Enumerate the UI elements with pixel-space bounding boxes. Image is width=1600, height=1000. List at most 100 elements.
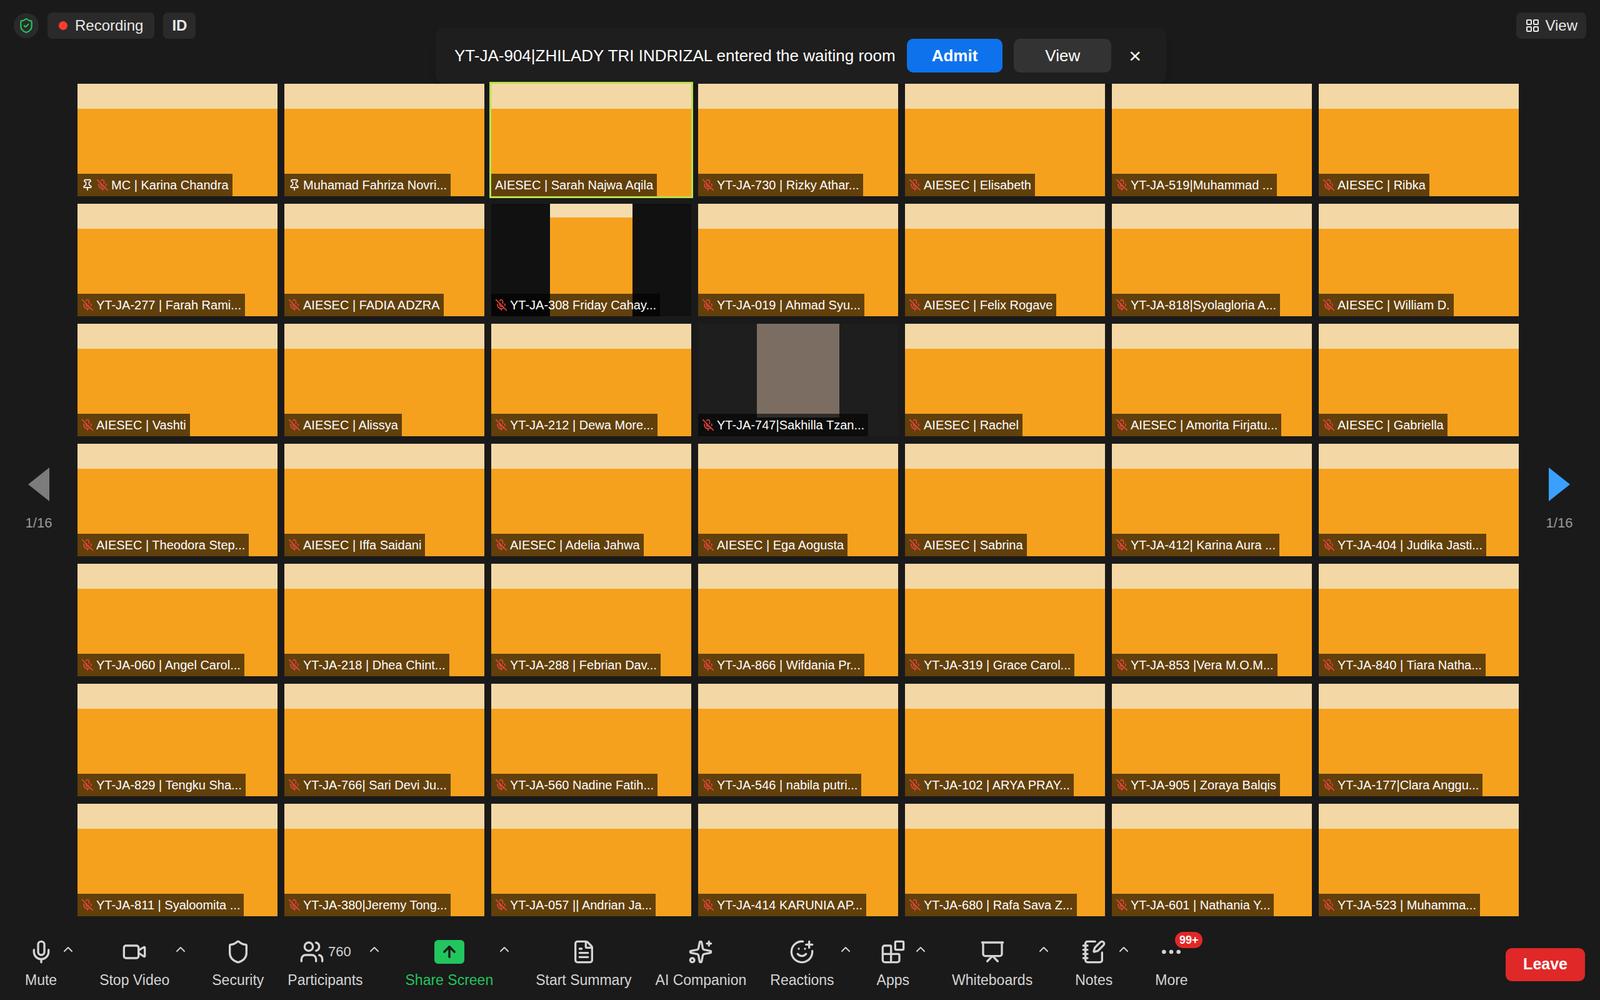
name-label: YT-JA-866 | Wifdania Pr... [698, 653, 865, 677]
caret-up-icon[interactable] [913, 941, 929, 957]
video-tile[interactable]: YT-JA-829 | Tengku Sha... [77, 683, 278, 797]
video-tile[interactable]: YT-JA-811 | Syaloomita ... [77, 803, 278, 917]
caret-up-icon[interactable] [838, 941, 854, 957]
video-tile[interactable]: AIESEC | Felix Rogave [905, 203, 1105, 317]
view-participant-button[interactable]: View [1013, 38, 1112, 73]
toolbar-button[interactable]: Notes [1075, 938, 1132, 992]
video-tile[interactable]: YT-JA-404 | Judika Jasti... [1318, 443, 1519, 557]
video-tile[interactable]: YT-JA-060 | Angel Carol... [77, 563, 278, 677]
caret-up-icon[interactable] [366, 941, 382, 957]
view-button[interactable]: View [1516, 12, 1587, 39]
video-tile[interactable]: YT-JA-840 | Tiara Natha... [1318, 563, 1519, 677]
next-page[interactable]: 1/16 [1546, 467, 1574, 534]
video-tile[interactable]: Muhamad Fahriza Novri... [284, 83, 485, 197]
toolbar-button[interactable]: Start Summary [535, 938, 632, 992]
mic-off-icon [288, 538, 301, 552]
video-tile[interactable]: YT-JA-412| Karina Aura ... [1111, 443, 1312, 557]
leave-button[interactable]: Leave [1505, 948, 1585, 982]
video-tile[interactable]: YT-JA-218 | Dhea Chint... [284, 563, 485, 677]
name-label: AIESEC | Ega Aogusta [698, 533, 848, 557]
toolbar-button[interactable]: Whiteboards [951, 938, 1052, 992]
video-tile[interactable]: AIESEC | Gabriella [1318, 323, 1519, 437]
video-tile[interactable]: YT-JA-680 | Rafa Sava Z... [905, 803, 1105, 917]
mic-off-icon [1115, 538, 1129, 552]
mic-off-icon [495, 418, 508, 432]
video-tile[interactable]: AIESEC | Theodora Step... [77, 443, 278, 557]
video-tile[interactable]: YT-JA-519|Muhammad ... [1111, 83, 1312, 197]
mic-off-icon [701, 898, 715, 912]
toolbar-button[interactable]: Reactions [770, 938, 853, 992]
video-tile[interactable]: AIESEC | FADIA ADZRA [284, 203, 485, 317]
video-tile[interactable]: YT-JA-414 KARUNIA AP... [698, 803, 899, 917]
mic-off-icon [1322, 538, 1335, 552]
admit-button[interactable]: Admit [906, 38, 1004, 73]
close-notification-button[interactable]: × [1122, 38, 1148, 73]
video-tile[interactable]: YT-JA-818|Syolagloria A... [1111, 203, 1312, 317]
pin-icon [288, 178, 301, 192]
video-tile[interactable]: YT-JA-866 | Wifdania Pr... [698, 563, 899, 677]
video-tile[interactable]: AIESEC | Rachel [905, 323, 1105, 437]
video-tile[interactable]: YT-JA-308 Friday Cahay... [491, 203, 692, 317]
video-tile[interactable]: AIESEC | Elisabeth [905, 83, 1105, 197]
video-tile[interactable]: AIESEC | Sarah Najwa Aqila [491, 83, 692, 197]
shield-icon [225, 939, 251, 965]
caret-up-icon[interactable] [1116, 941, 1132, 957]
video-tile[interactable]: AIESEC | Ega Aogusta [698, 443, 899, 557]
video-tile[interactable]: YT-JA-853 |Vera M.O.M... [1111, 563, 1312, 677]
caret-up-icon[interactable] [60, 941, 76, 957]
name-label: YT-JA-853 |Vera M.O.M... [1111, 653, 1278, 677]
video-tile[interactable]: YT-JA-730 | Rizky Athar... [698, 83, 899, 197]
previous-page[interactable]: 1/16 [25, 467, 53, 534]
video-tile[interactable]: YT-JA-601 | Nathania Y... [1111, 803, 1312, 917]
video-tile[interactable]: YT-JA-019 | Ahmad Syu... [698, 203, 899, 317]
toolbar-button[interactable]: Apps [876, 938, 929, 992]
video-tile[interactable]: YT-JA-546 | nabila putri... [698, 683, 899, 797]
toolbar-button[interactable]: Mute [25, 938, 76, 992]
video-tile[interactable]: AIESEC | Adelia Jahwa [491, 443, 692, 557]
video-tile[interactable]: YT-JA-177|Clara Anggu... [1318, 683, 1519, 797]
caret-up-icon[interactable] [1036, 941, 1052, 957]
toolbar-button[interactable]: Share Screen [405, 938, 513, 992]
video-tile[interactable]: AIESEC | Vashti [77, 323, 278, 437]
video-tile[interactable]: YT-JA-102 | ARYA PRAY... [905, 683, 1105, 797]
video-tile[interactable]: YT-JA-766| Sari Devi Ju... [284, 683, 485, 797]
video-tile[interactable]: AIESEC | William D. [1318, 203, 1519, 317]
video-tile[interactable]: YT-JA-380|Jeremy Tong... [284, 803, 485, 917]
mic-off-icon [81, 658, 94, 672]
name-label: YT-JA-277 | Farah Rami... [77, 293, 245, 317]
video-tile[interactable]: YT-JA-523 | Muhamma... [1318, 803, 1519, 917]
recording-indicator[interactable]: Recording [47, 12, 155, 39]
caret-up-icon[interactable] [173, 941, 189, 957]
name-label: YT-JA-102 | ARYA PRAY... [905, 773, 1074, 797]
meeting-id-button[interactable]: ID [163, 12, 196, 39]
toolbar-button[interactable]: 99+More [1155, 938, 1188, 992]
toolbar-button[interactable]: AI Companion [655, 938, 747, 992]
caret-up-icon[interactable] [496, 941, 512, 957]
mic-off-icon [81, 538, 94, 552]
waiting-room-notification: YT-JA-904|ZHILADY TRI INDRIZAL entered t… [435, 27, 1167, 84]
video-tile[interactable]: AIESEC | Iffa Saidani [284, 443, 485, 557]
mic-off-icon [1322, 778, 1335, 792]
video-tile[interactable]: YT-JA-212 | Dewa More... [491, 323, 692, 437]
toolbar-button[interactable]: Security [211, 938, 264, 992]
video-tile[interactable]: AIESEC | Amorita Firjatu... [1111, 323, 1312, 437]
video-tile[interactable]: YT-JA-319 | Grace Carol... [905, 563, 1105, 677]
video-tile[interactable]: YT-JA-747|Sakhilla Tzan... [698, 323, 899, 437]
video-tile[interactable]: MC | Karina Chandra [77, 83, 278, 197]
video-tile[interactable]: YT-JA-288 | Febrian Dav... [491, 563, 692, 677]
video-tile[interactable]: AIESEC | Sabrina [905, 443, 1105, 557]
video-tile[interactable]: YT-JA-277 | Farah Rami... [77, 203, 278, 317]
video-tile[interactable]: AIESEC | Alissya [284, 323, 485, 437]
name-label: YT-JA-212 | Dewa More... [491, 413, 658, 437]
encryption-badge[interactable] [13, 13, 39, 39]
video-tile[interactable]: AIESEC | Ribka [1318, 83, 1519, 197]
video-tile[interactable]: YT-JA-560 Nadine Fatih... [491, 683, 692, 797]
video-tile[interactable]: YT-JA-905 | Zoraya Balqis [1111, 683, 1312, 797]
name-label: YT-JA-218 | Dhea Chint... [284, 653, 450, 677]
video-tile[interactable]: YT-JA-057 || Andrian Ja... [491, 803, 692, 917]
toolbar-button[interactable]: 760Participants [287, 938, 382, 992]
toolbar-button[interactable]: Stop Video [99, 938, 189, 992]
mic-off-icon [288, 658, 301, 672]
notification-badge: 99+ [1175, 931, 1204, 949]
sparkles-icon [688, 939, 714, 965]
